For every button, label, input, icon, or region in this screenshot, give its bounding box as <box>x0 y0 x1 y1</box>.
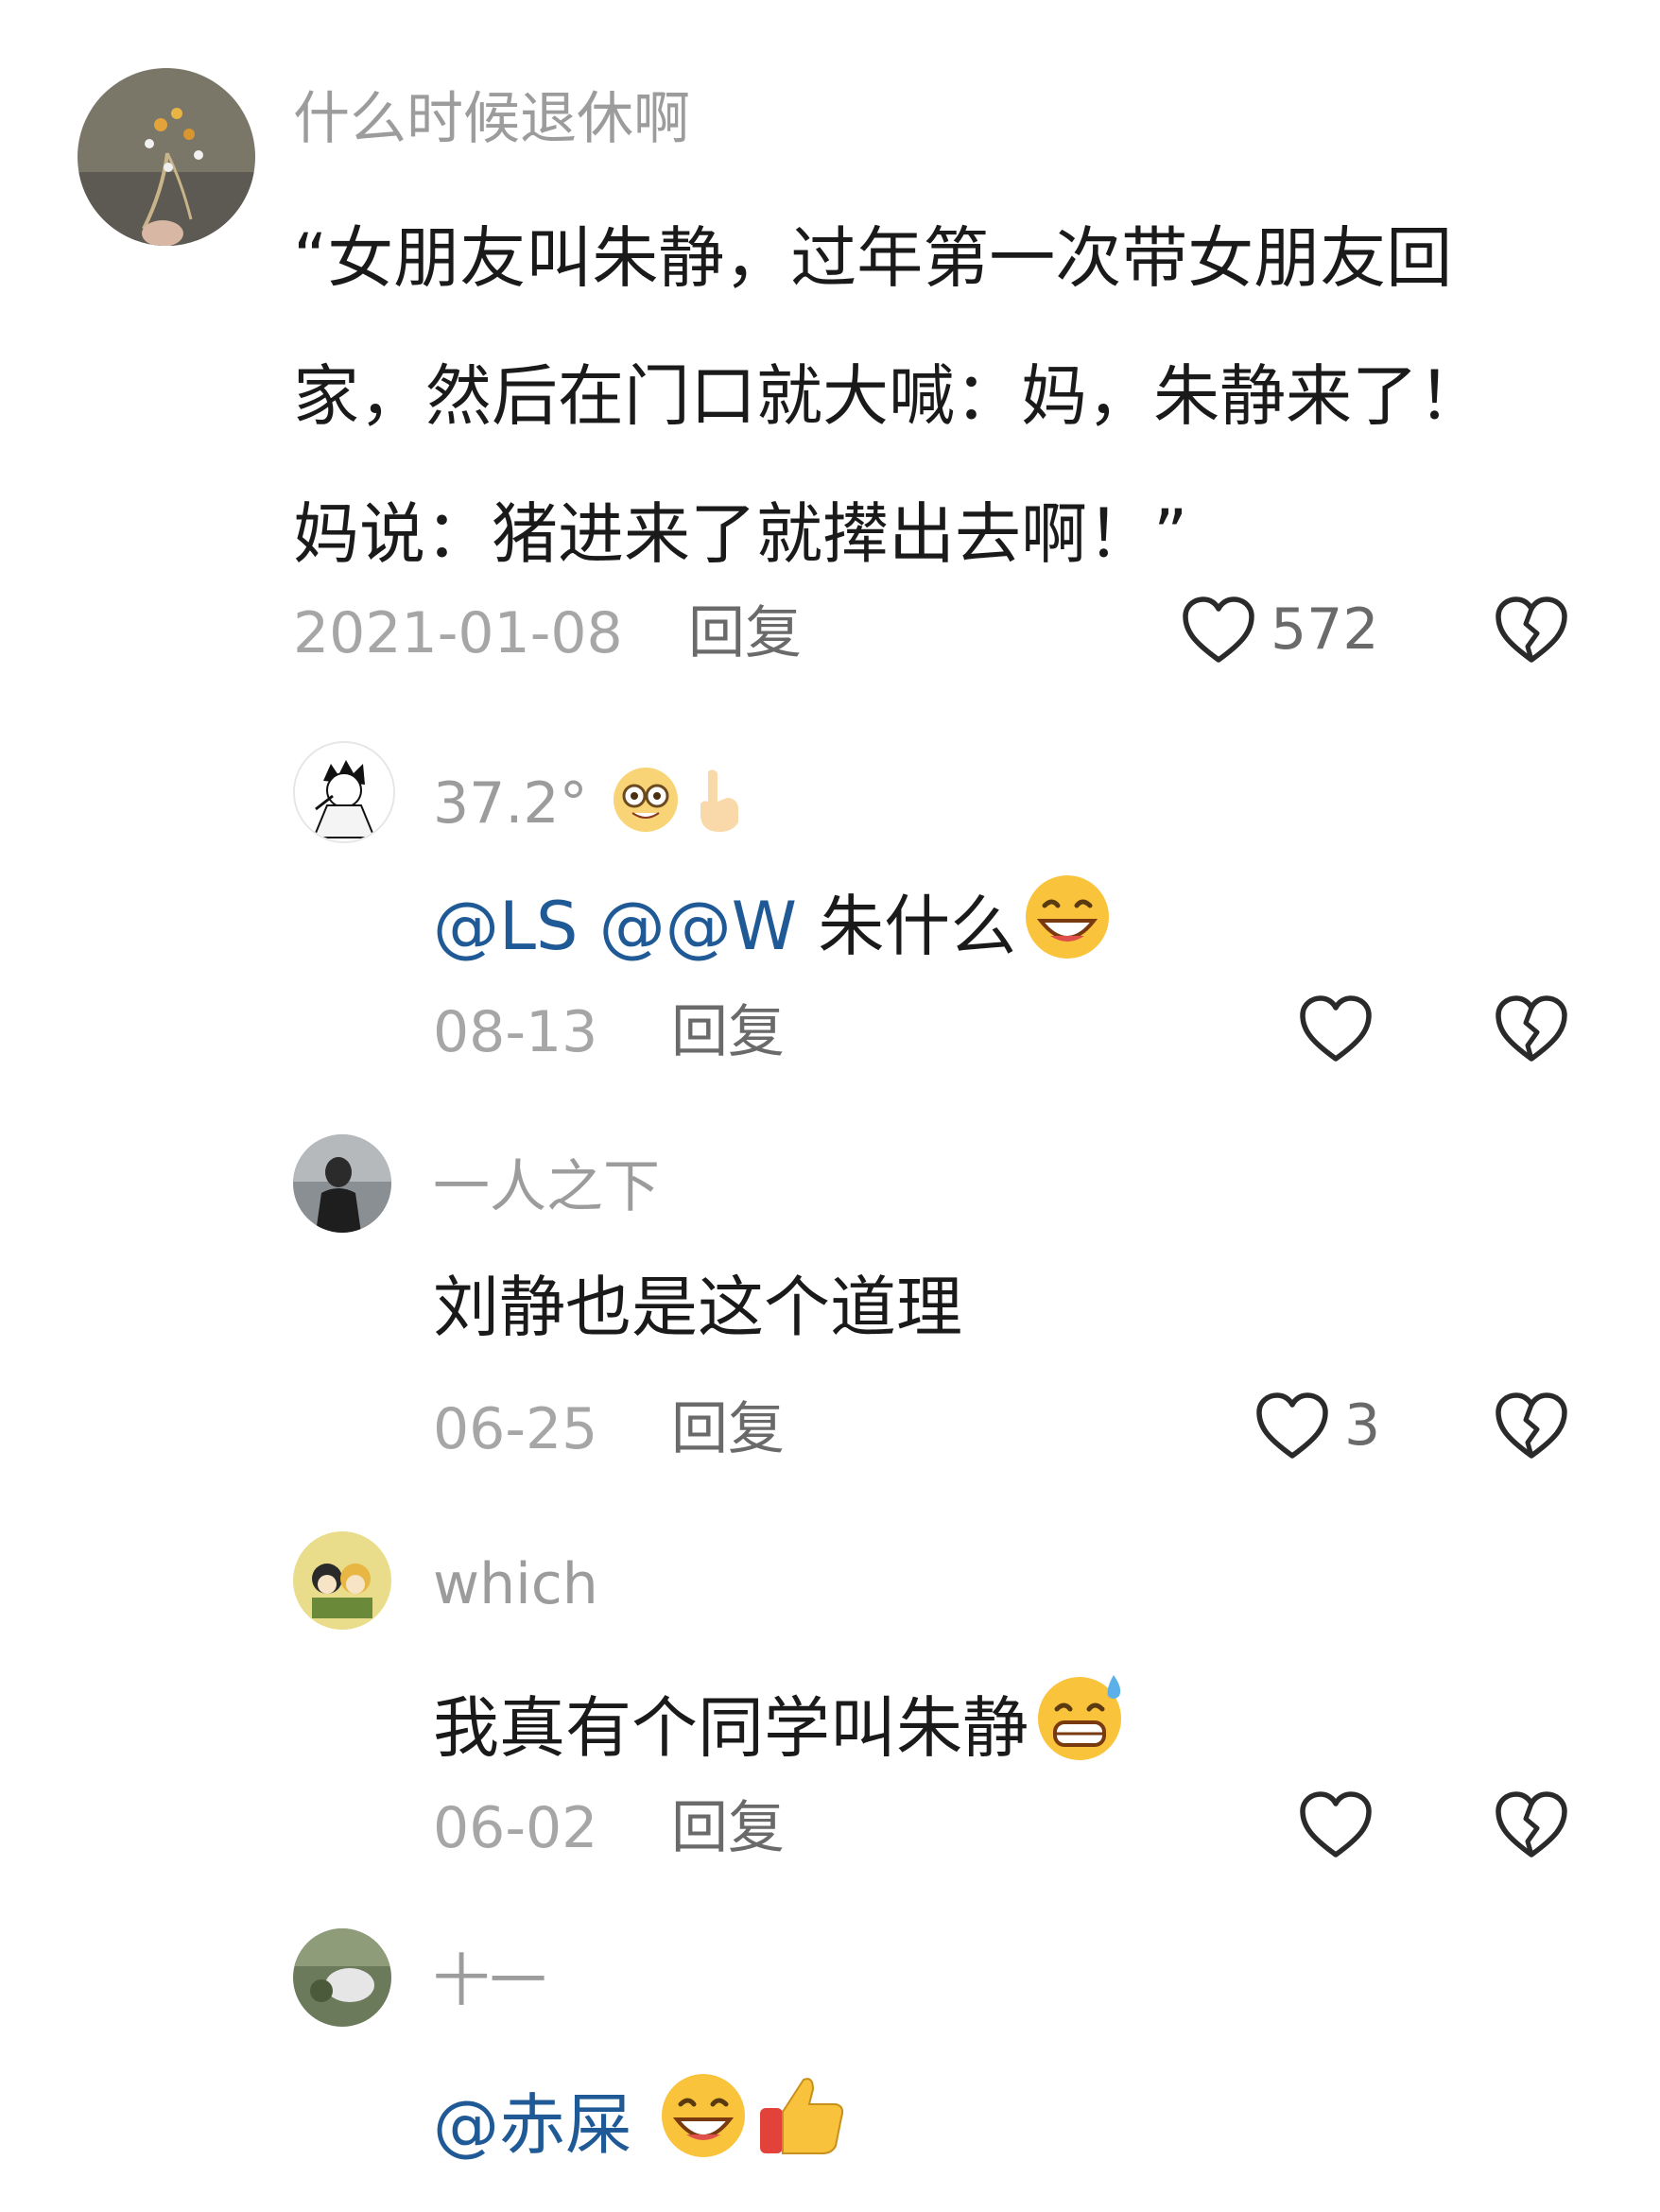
broken-heart-icon <box>1496 1791 1567 1858</box>
avatar-reply-2[interactable] <box>293 1134 391 1233</box>
heart-outline-icon <box>1180 594 1257 665</box>
reply-3-date: 06-02 <box>433 1795 598 1861</box>
reply-3-dislike-button[interactable] <box>1494 1789 1569 1860</box>
reply-3-username[interactable]: which <box>433 1556 598 1613</box>
avatar-reply-1[interactable] <box>293 741 395 843</box>
main-comment-like-button[interactable]: 572 <box>1180 594 1379 665</box>
heart-outline-icon <box>1300 995 1372 1062</box>
main-comment-dislike-button[interactable] <box>1494 594 1569 665</box>
reply-1-username-text: 37.2° <box>433 770 588 837</box>
broken-heart-icon <box>1496 1392 1567 1459</box>
main-comment-line: “女朋友叫朱静，过年第一次带女朋友回 <box>293 219 1453 297</box>
reply-2-dislike-button[interactable] <box>1494 1390 1569 1461</box>
main-comment-like-count: 572 <box>1271 596 1379 663</box>
mention-link[interactable]: @赤屎 <box>433 2086 631 2164</box>
reply-3-like-button[interactable] <box>1297 1789 1375 1860</box>
reply-2-like-count: 3 <box>1344 1392 1381 1459</box>
main-comment-line: 妈说：猪进来了就撵出去啊！” <box>293 495 1188 573</box>
main-comment-line: 家，然后在门口就大喊：妈，朱静来了！ <box>293 357 1484 435</box>
reply-2-date: 06-25 <box>433 1396 598 1462</box>
main-comment-reply-button[interactable]: 回复 <box>688 605 802 662</box>
reply-4-username[interactable]: 十一 <box>433 1953 546 2010</box>
avatar-reply-3[interactable] <box>293 1531 391 1630</box>
reply-2-reply-button[interactable]: 回复 <box>671 1401 785 1458</box>
heart-outline-icon <box>1300 1791 1372 1858</box>
reply-1-text: 朱什么 <box>818 888 1017 965</box>
reply-1-dislike-button[interactable] <box>1494 993 1569 1064</box>
reply-2-content: 刘静也是这个道理 <box>433 1269 962 1346</box>
mention-link[interactable]: @LS <box>433 888 578 965</box>
broken-heart-icon <box>1496 596 1567 663</box>
grimacing-sweat-face-emoji <box>1032 1669 1131 1764</box>
grinning-squinting-face-emoji <box>1020 872 1115 962</box>
main-comment-date: 2021-01-08 <box>293 600 623 666</box>
nerd-face-emoji <box>610 764 682 836</box>
broken-heart-icon <box>1496 995 1567 1062</box>
pointing-down-hand-emoji <box>685 764 750 836</box>
reply-3-text: 我真有个同学叫朱静 <box>433 1689 1029 1767</box>
reply-3-reply-button[interactable]: 回复 <box>671 1800 785 1857</box>
reply-1-reply-button[interactable]: 回复 <box>671 1004 785 1061</box>
reply-1-content: @LS @@W 朱什么 <box>433 872 1115 962</box>
reply-1-username[interactable]: 37.2° <box>433 764 750 836</box>
reply-2-username[interactable]: 一人之下 <box>433 1159 660 1216</box>
avatar-main-commenter[interactable] <box>78 68 255 246</box>
heart-outline-icon <box>1254 1390 1331 1461</box>
mention-link[interactable]: @@W <box>599 888 797 965</box>
reply-1-date: 08-13 <box>433 999 598 1065</box>
reply-4-content: @赤屎 <box>433 2066 849 2161</box>
main-comment-content: “女朋友叫朱静，过年第一次带女朋友回 家，然后在门口就大喊：妈，朱静来了！ 妈说… <box>293 189 1579 603</box>
avatar-reply-4[interactable] <box>293 1928 391 2027</box>
grinning-squinting-face-emoji <box>656 2070 751 2161</box>
main-comment-username[interactable]: 什么时候退休啊 <box>293 91 690 147</box>
reply-1-like-button[interactable] <box>1297 993 1375 1064</box>
reply-3-content: 我真有个同学叫朱静 <box>433 1669 1131 1764</box>
reply-2-like-button[interactable]: 3 <box>1254 1390 1380 1461</box>
thumbs-up-emoji <box>754 2066 849 2161</box>
